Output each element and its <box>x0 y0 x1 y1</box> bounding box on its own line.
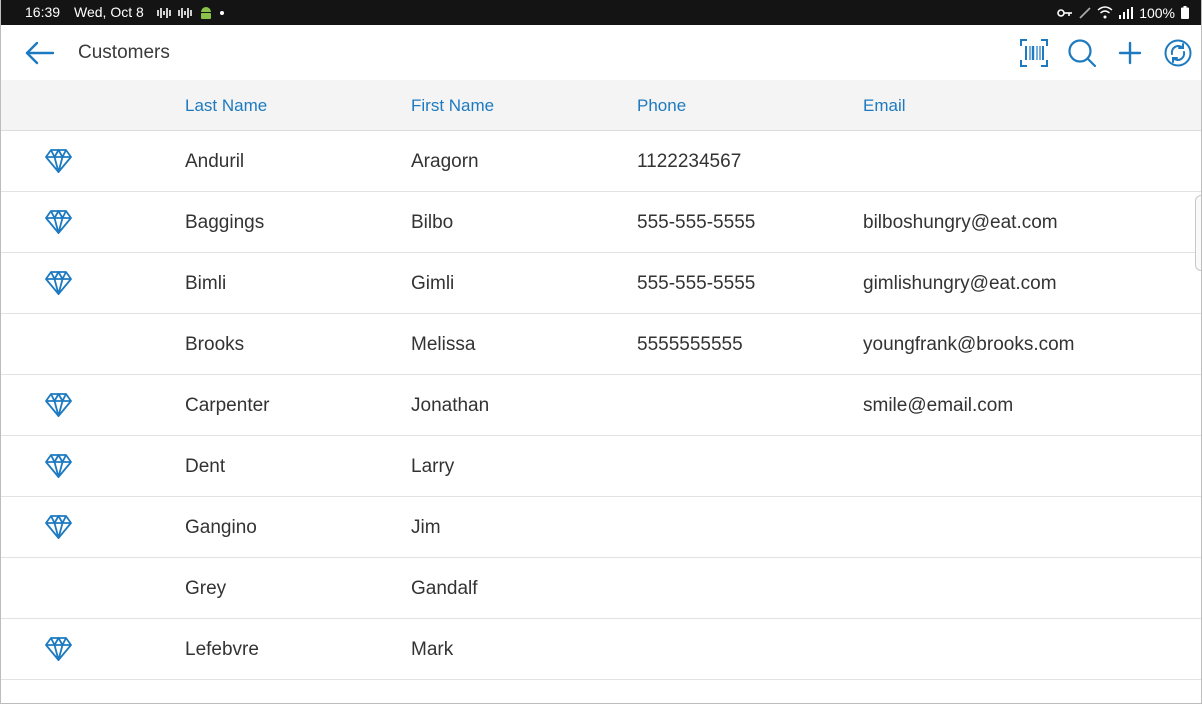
cell-phone: 1122234567 <box>637 151 742 172</box>
cell-last-name: Gangino <box>185 517 257 538</box>
diamond-icon <box>45 393 72 417</box>
app-bar: Customers <box>1 25 1201 81</box>
diamond-icon <box>45 515 72 539</box>
diamond-icon <box>45 637 72 661</box>
diamond-icon <box>45 271 72 295</box>
sync-icon <box>1164 39 1192 67</box>
back-button[interactable] <box>23 38 57 68</box>
cell-email: gimlishungry@eat.com <box>863 273 1057 294</box>
battery-icon <box>1181 6 1189 19</box>
cell-first-name: Jonathan <box>411 395 490 416</box>
table-row[interactable]: Baggings Bilbo 555-555-5555 bilboshungry… <box>1 192 1201 253</box>
cell-phone: 5555555555 <box>637 334 743 355</box>
table-row[interactable]: Grey Gandalf <box>1 558 1201 619</box>
cell-last-name: Brooks <box>185 334 245 355</box>
status-time: 16:39 <box>25 4 61 20</box>
column-header-last-name[interactable]: Last Name <box>185 96 267 116</box>
cell-email: bilboshungry@eat.com <box>863 212 1058 233</box>
cell-first-name: Larry <box>411 456 455 477</box>
diamond-icon <box>45 454 72 478</box>
android-icon <box>201 7 211 19</box>
table-row[interactable]: Dent Larry <box>1 436 1201 497</box>
column-header-email[interactable]: Email <box>863 96 906 116</box>
cell-last-name: Grey <box>185 578 227 599</box>
column-header-phone[interactable]: Phone <box>637 96 686 116</box>
cell-first-name: Gandalf <box>411 578 478 599</box>
cell-last-name: Baggings <box>185 212 265 233</box>
table-row[interactable]: Anduril Aragorn 1122234567 <box>1 131 1201 192</box>
cell-email: youngfrank@brooks.com <box>863 334 1075 355</box>
table-row[interactable]: Bimli Gimli 555-555-5555 gimlishungry@ea… <box>1 253 1201 314</box>
barcode-scan-icon <box>1020 39 1048 67</box>
more-notifications-dot <box>220 11 224 15</box>
cell-first-name: Melissa <box>411 334 476 355</box>
cell-last-name: Bimli <box>185 273 227 294</box>
table-row[interactable]: Gangino Jim <box>1 497 1201 558</box>
cell-last-name: Carpenter <box>185 395 270 416</box>
table-row[interactable]: Carpenter Jonathan smile@email.com <box>1 375 1201 436</box>
cell-first-name: Aragorn <box>411 151 479 172</box>
vibration-icon <box>157 8 171 18</box>
key-icon <box>1057 8 1073 17</box>
pen-icon <box>1079 6 1091 19</box>
barcode-scan-button[interactable] <box>1018 37 1050 69</box>
vibration-icon-2 <box>178 8 192 18</box>
diamond-icon <box>45 149 72 173</box>
cell-first-name: Jim <box>411 517 441 538</box>
status-bar: 16:39 Wed, Oct 8 100% <box>1 0 1201 25</box>
search-icon <box>1068 39 1097 68</box>
cell-email: smile@email.com <box>863 395 1014 416</box>
app-window: 16:39 Wed, Oct 8 100% Customers Last Nam… <box>0 0 1202 704</box>
wifi-icon <box>1097 6 1113 19</box>
add-icon <box>1118 41 1142 65</box>
status-date: Wed, Oct 8 <box>74 4 144 20</box>
sync-button[interactable] <box>1162 37 1194 69</box>
diamond-icon <box>45 210 72 234</box>
search-button[interactable] <box>1066 37 1098 69</box>
cell-first-name: Mark <box>411 639 454 660</box>
table-header: Last Name First Name Phone Email <box>1 80 1201 131</box>
cell-last-name: Lefebvre <box>185 639 259 660</box>
add-button[interactable] <box>1114 37 1146 69</box>
status-right: 100% <box>1057 4 1189 21</box>
scroll-handle[interactable] <box>1195 195 1201 271</box>
cell-last-name: Dent <box>185 456 226 477</box>
cell-first-name: Bilbo <box>411 212 454 233</box>
back-arrow-icon <box>25 41 55 65</box>
table-row[interactable]: Brooks Melissa 5555555555 youngfrank@bro… <box>1 314 1201 375</box>
page-title: Customers <box>78 42 170 63</box>
cell-phone: 555-555-5555 <box>637 212 756 233</box>
battery-level: 100% <box>1139 4 1175 21</box>
notification-icons <box>157 5 224 21</box>
cell-phone: 555-555-5555 <box>637 273 756 294</box>
customer-list: Anduril Aragorn 1122234567 Baggings Bilb… <box>1 131 1201 680</box>
cell-last-name: Anduril <box>185 151 245 172</box>
column-header-first-name[interactable]: First Name <box>411 96 494 116</box>
signal-icon <box>1119 6 1134 19</box>
cell-first-name: Gimli <box>411 273 455 294</box>
table-row[interactable]: Lefebvre Mark <box>1 619 1201 680</box>
